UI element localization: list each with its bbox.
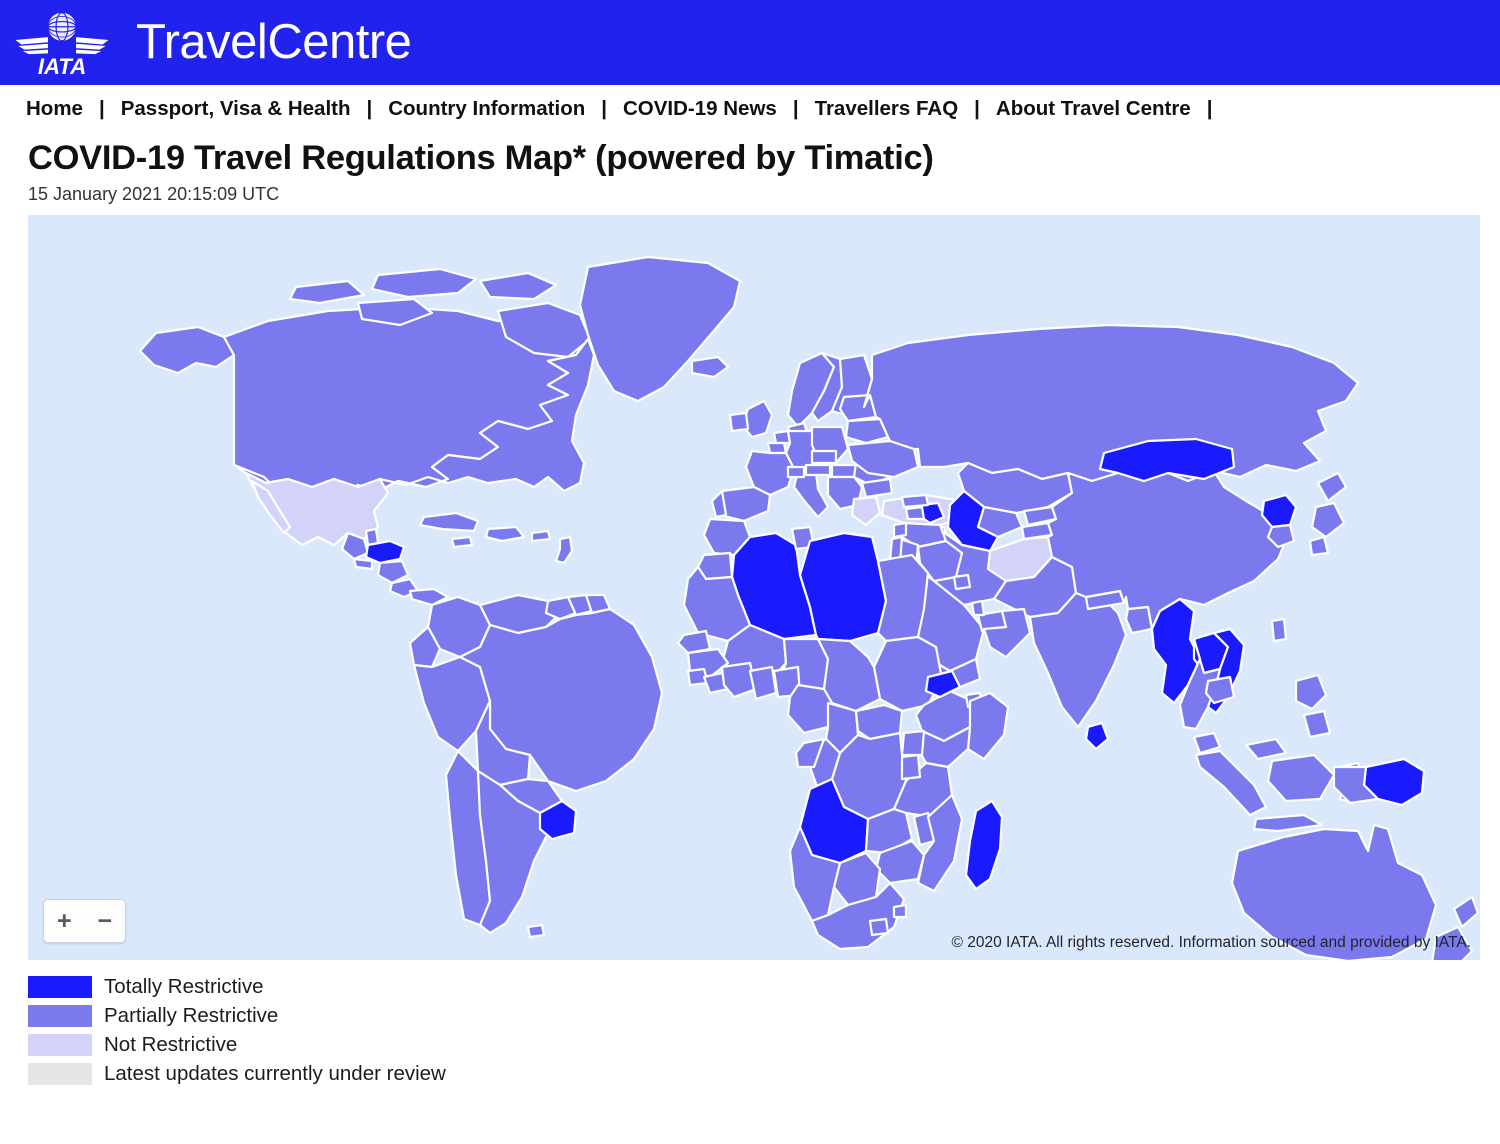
region-falkland-islands[interactable] [526, 923, 546, 939]
region-honduras[interactable] [364, 539, 406, 565]
region-jamaica[interactable] [450, 535, 474, 549]
region-hungary[interactable] [830, 463, 858, 479]
region-qatar[interactable] [970, 599, 986, 617]
region-egypt[interactable] [876, 553, 930, 643]
region-cambodia[interactable] [1204, 675, 1236, 705]
region-switzerland[interactable] [786, 465, 806, 479]
legend-swatch-not-restrictive [28, 1033, 92, 1056]
nav-separator: | [98, 97, 105, 120]
region-ireland[interactable] [728, 411, 750, 433]
region-belgium[interactable] [766, 441, 788, 455]
iata-logo-icon: IATA [15, 11, 109, 79]
region-czechia[interactable] [810, 449, 838, 465]
region-puerto-rico[interactable] [530, 529, 552, 543]
world-map-container[interactable]: + − © 2020 IATA. All rights reserved. In… [28, 215, 1480, 960]
legend-label-under-review: Latest updates currently under review [104, 1061, 446, 1085]
region-uganda[interactable] [900, 729, 926, 757]
region-ghana[interactable] [748, 665, 778, 701]
legend-item-partially-restrictive: Partially Restrictive [28, 1001, 1500, 1030]
legend-item-under-review: Latest updates currently under review [28, 1059, 1500, 1088]
region-libya[interactable] [798, 531, 888, 643]
map-attribution: © 2020 IATA. All rights reserved. Inform… [951, 934, 1471, 951]
page-title: COVID-19 Travel Regulations Map* (powere… [28, 139, 934, 177]
region-eswatini[interactable] [892, 903, 908, 919]
svg-text:IATA: IATA [38, 54, 86, 79]
nav-separator: | [601, 97, 607, 120]
region-el-salvador[interactable] [352, 557, 374, 571]
nav-item-covid-19-news[interactable]: COVID-19 News [623, 97, 777, 121]
nav-separator: | [366, 97, 373, 120]
legend-label-totally-restrictive: Totally Restrictive [104, 974, 264, 998]
region-hispaniola[interactable] [484, 525, 526, 543]
legend-label-not-restrictive: Not Restrictive [104, 1032, 238, 1056]
brand-title: TravelCentre [136, 15, 412, 69]
legend-item-not-restrictive: Not Restrictive [28, 1030, 1500, 1059]
legend-swatch-partially-restrictive [28, 1004, 92, 1027]
region-north-korea[interactable] [1260, 493, 1298, 529]
nav-separator: | [792, 97, 799, 120]
nav-item-travellers-faq[interactable]: Travellers FAQ [815, 97, 959, 121]
region-austria[interactable] [804, 463, 832, 477]
nav-item-home[interactable]: Home [26, 97, 83, 121]
region-taiwan[interactable] [1270, 617, 1288, 643]
map-zoom-controls[interactable]: + − [43, 899, 126, 943]
map-legend: Totally Restrictive Partially Restrictiv… [28, 972, 1500, 1088]
zoom-in-button[interactable]: + [57, 908, 72, 934]
nav-item-country-information[interactable]: Country Information [388, 97, 585, 121]
zoom-out-button[interactable]: − [97, 908, 112, 934]
nav-item-about-travel-centre[interactable]: About Travel Centre [996, 97, 1191, 121]
region-kuwait[interactable] [952, 573, 972, 591]
legend-item-totally-restrictive: Totally Restrictive [28, 972, 1500, 1001]
region-georgia[interactable] [900, 493, 930, 509]
site-header: IATA TravelCentre [0, 0, 1500, 85]
region-lebanon[interactable] [892, 521, 908, 539]
legend-label-partially-restrictive: Partially Restrictive [104, 1003, 279, 1027]
world-map[interactable] [28, 215, 1480, 960]
region-armenia[interactable] [904, 505, 926, 521]
legend-swatch-totally-restrictive [28, 975, 92, 998]
main-navigation: Home | Passport, Visa & Health | Country… [0, 85, 1500, 133]
region-rwanda-burundi[interactable] [900, 753, 922, 781]
region-lesotho[interactable] [868, 917, 890, 937]
region-bulgaria[interactable] [860, 477, 894, 499]
legend-swatch-under-review [28, 1062, 92, 1085]
nav-item-passport-visa-health[interactable]: Passport, Visa & Health [121, 97, 351, 121]
nav-separator: | [1206, 97, 1213, 120]
page-timestamp: 15 January 2021 20:15:09 UTC [28, 184, 280, 204]
nav-separator: | [974, 97, 980, 120]
